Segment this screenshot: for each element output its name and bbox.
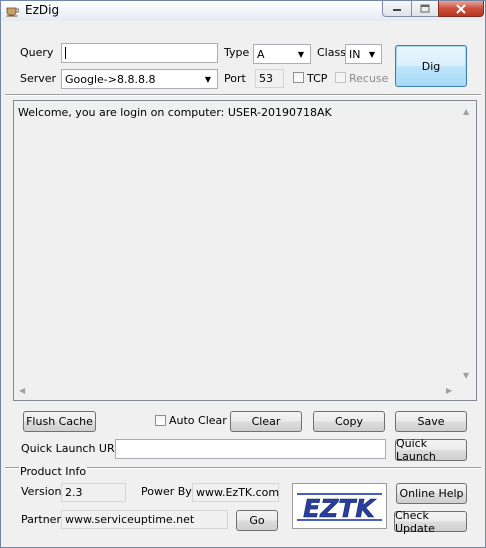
server-value: Google->8.8.8.8 xyxy=(65,73,156,86)
class-value: IN xyxy=(349,48,361,61)
auto-clear-label: Auto Clear xyxy=(169,414,227,427)
type-select[interactable]: A ▼ xyxy=(253,44,311,64)
quick-launch-button[interactable]: Quick Launch xyxy=(395,437,467,463)
power-by-field: www.EzTK.com xyxy=(192,483,279,502)
eztk-logo-graphic: EZTK xyxy=(297,493,382,523)
dig-button[interactable]: Dig xyxy=(395,45,467,87)
tcp-checkbox[interactable] xyxy=(293,72,304,83)
minimize-icon xyxy=(393,8,401,11)
type-label: Type xyxy=(224,46,250,59)
clear-button[interactable]: Clear xyxy=(230,411,302,432)
scroll-up-icon[interactable]: ▲ xyxy=(463,107,469,116)
output-area[interactable]: Welcome, you are login on computer: USER… xyxy=(13,100,477,401)
save-button[interactable]: Save xyxy=(395,411,467,432)
main-panel: Query Type A ▼ Class IN ▼ Dig Server Goo… xyxy=(5,28,481,543)
scrollbar-corner xyxy=(459,383,476,400)
type-value: A xyxy=(257,48,265,61)
app-window: EzDig Query Type A ▼ Class IN ▼ Dig Serv… xyxy=(0,0,486,548)
minimize-button[interactable] xyxy=(382,1,412,17)
check-update-button[interactable]: Check Update xyxy=(394,509,467,535)
port-label: Port xyxy=(224,72,246,85)
quick-launch-label: Quick Launch URL xyxy=(21,442,121,455)
auto-clear-checkbox[interactable] xyxy=(155,415,166,426)
quick-launch-input[interactable] xyxy=(115,439,386,459)
chevron-down-icon: ▼ xyxy=(204,74,212,84)
go-button[interactable]: Go xyxy=(236,510,278,531)
logo-text: EZTK xyxy=(303,494,376,523)
horizontal-scrollbar[interactable]: ◀ ▶ xyxy=(14,383,459,400)
class-select[interactable]: IN ▼ xyxy=(345,44,382,64)
port-field[interactable]: 53 xyxy=(255,69,284,88)
recuse-checkbox[interactable] xyxy=(335,72,346,83)
close-window-button[interactable] xyxy=(438,1,484,17)
recuse-label: Recuse xyxy=(349,72,389,85)
divider xyxy=(5,94,481,96)
power-by-label: Power By xyxy=(141,485,192,498)
version-label: Version xyxy=(21,485,62,498)
online-help-button[interactable]: Online Help xyxy=(396,483,467,504)
eztk-logo[interactable]: EZTK xyxy=(292,483,387,529)
server-select[interactable]: Google->8.8.8.8 ▼ xyxy=(61,69,218,89)
scroll-left-icon[interactable]: ◀ xyxy=(19,386,25,395)
chevron-down-icon: ▼ xyxy=(297,49,305,59)
partner-label: Partner xyxy=(21,513,61,526)
close-icon xyxy=(456,3,466,14)
partner-field: www.serviceuptime.net xyxy=(61,510,228,529)
vertical-scrollbar[interactable]: ▲ ▼ xyxy=(459,101,476,383)
copy-button[interactable]: Copy xyxy=(313,411,385,432)
app-cup-icon xyxy=(6,7,19,17)
maximize-button[interactable] xyxy=(411,1,439,17)
class-label: Class xyxy=(317,46,346,59)
version-field: 2.3 xyxy=(61,483,126,502)
scroll-down-icon[interactable]: ▼ xyxy=(463,371,469,380)
server-label: Server xyxy=(20,72,57,85)
scroll-right-icon[interactable]: ▶ xyxy=(446,386,452,395)
flush-cache-button[interactable]: Flush Cache xyxy=(23,411,96,432)
chevron-down-icon: ▼ xyxy=(368,49,376,59)
query-input[interactable] xyxy=(61,43,218,63)
output-text: Welcome, you are login on computer: USER… xyxy=(18,106,332,119)
product-info-heading: Product Info xyxy=(19,465,88,478)
query-label: Query xyxy=(20,46,54,59)
maximize-icon xyxy=(420,4,430,13)
title-bar[interactable]: EzDig xyxy=(1,1,485,21)
tcp-label: TCP xyxy=(307,72,328,85)
text-cursor xyxy=(65,47,66,59)
window-title: EzDig xyxy=(25,3,60,17)
